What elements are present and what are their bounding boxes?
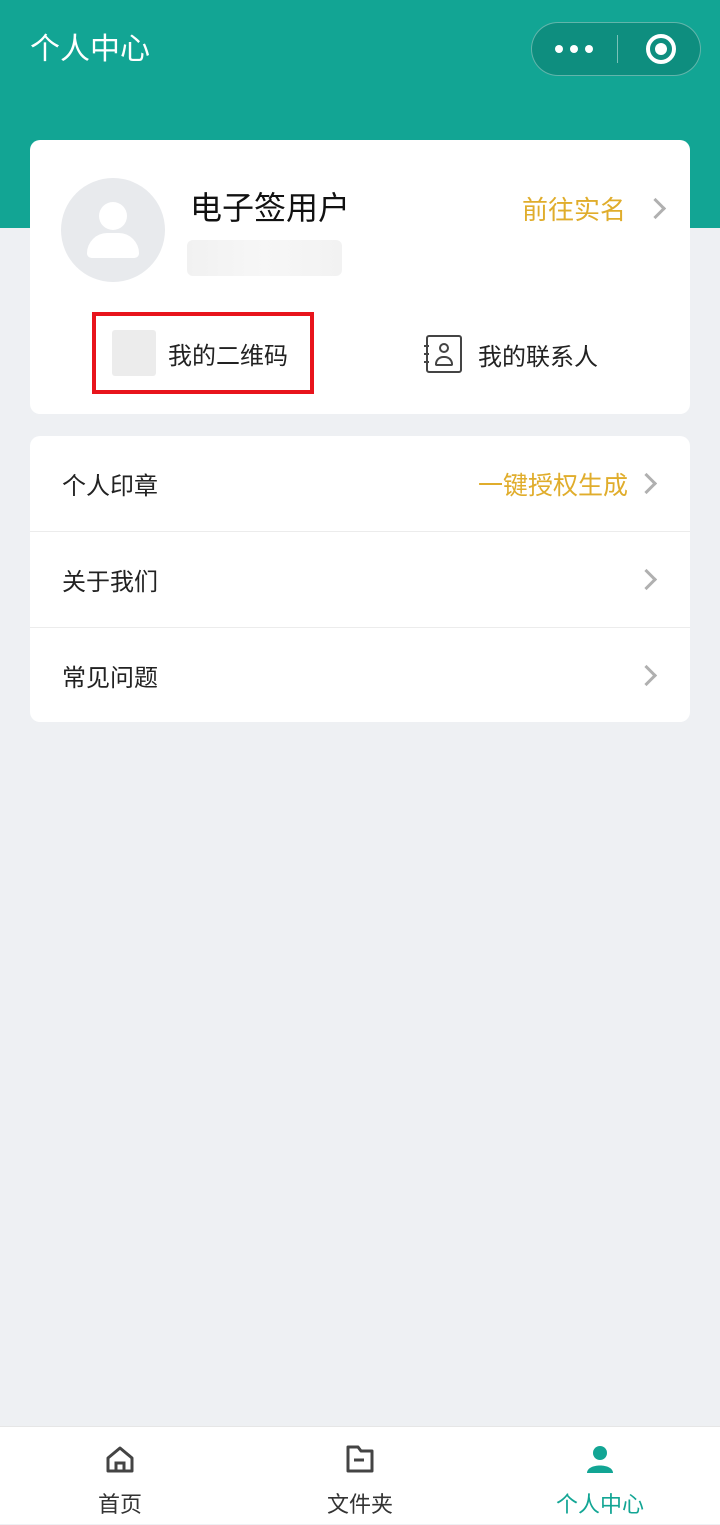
mini-program-capsule — [531, 22, 701, 76]
tab-label: 文件夹 — [326, 1493, 393, 1518]
chevron-right-icon — [635, 568, 658, 591]
avatar-body-shape — [87, 233, 139, 258]
target-circle-icon[interactable] — [646, 34, 676, 64]
contacts-label: 我的联系人 — [478, 342, 598, 371]
menu-item-faq[interactable]: 常见问题 — [30, 628, 690, 722]
menu-item-value: 一键授权生成 — [477, 470, 628, 500]
chevron-right-icon — [635, 664, 658, 687]
folder-icon — [346, 1445, 374, 1473]
tab-personal-center[interactable]: 个人中心 — [480, 1427, 720, 1525]
realname-link-label: 前往实名 — [522, 195, 627, 226]
my-contacts-button[interactable]: 我的联系人 — [424, 332, 598, 376]
menu-item-about-us[interactable]: 关于我们 — [30, 532, 690, 628]
qrcode-label: 我的二维码 — [168, 341, 288, 370]
tab-home[interactable]: 首页 — [0, 1427, 240, 1525]
avatar-head-shape — [99, 202, 127, 230]
profile-card: 电子签用户 前往实名 我的二维码 我的联系人 — [30, 140, 690, 414]
tab-folder[interactable]: 文件夹 — [240, 1427, 480, 1525]
menu-item-label: 关于我们 — [62, 568, 158, 596]
menu-item-label: 个人印章 — [62, 472, 158, 500]
person-icon — [587, 1446, 613, 1473]
tab-label: 首页 — [97, 1493, 142, 1518]
menu-list: 个人印章 一键授权生成 关于我们 常见问题 — [30, 436, 690, 722]
page-title: 个人中心 — [30, 32, 150, 67]
capsule-divider — [617, 35, 618, 63]
my-qrcode-button[interactable]: 我的二维码 — [92, 312, 314, 394]
menu-item-label: 常见问题 — [62, 664, 158, 692]
avatar[interactable] — [61, 178, 165, 282]
realname-verification-link[interactable]: 前往实名 — [522, 188, 667, 228]
home-icon — [106, 1446, 134, 1473]
contacts-book-icon — [424, 335, 462, 373]
blurred-user-id — [187, 240, 342, 276]
more-dots-icon[interactable] — [532, 23, 616, 75]
tab-label: 个人中心 — [555, 1493, 644, 1518]
chevron-right-icon — [635, 472, 658, 495]
bottom-tab-bar: 首页 文件夹 个人中心 — [0, 1426, 720, 1524]
qrcode-icon — [112, 330, 156, 376]
user-name: 电子签用户 — [190, 189, 351, 227]
menu-item-personal-seal[interactable]: 个人印章 一键授权生成 — [30, 436, 690, 532]
chevron-right-icon — [644, 197, 667, 219]
